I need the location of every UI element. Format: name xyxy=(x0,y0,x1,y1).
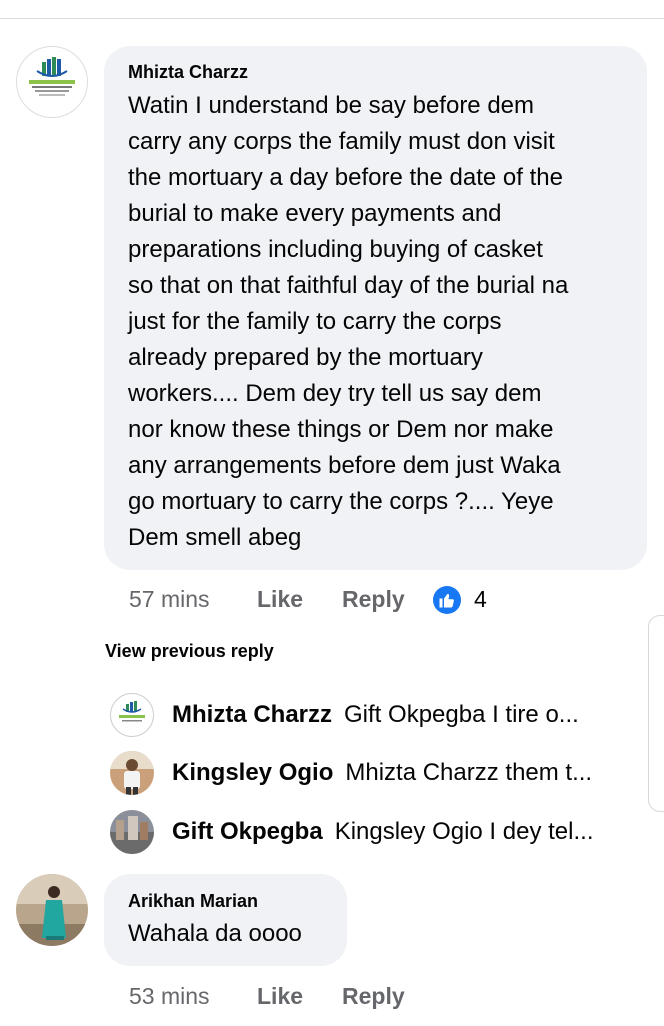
scrollbar[interactable] xyxy=(648,615,664,812)
reply-button[interactable]: Reply xyxy=(342,586,405,613)
thumbs-up-icon[interactable] xyxy=(433,586,461,614)
reply-snippet: Gift Okpegba I tire o... xyxy=(344,701,579,728)
comment-text: Watin I understand be say before dem car… xyxy=(128,92,569,551)
reply-author[interactable]: Mhizta Charzz xyxy=(172,701,332,729)
comment-timestamp[interactable]: 53 mins xyxy=(129,983,210,1010)
like-button[interactable]: Like xyxy=(257,983,303,1010)
reply-author[interactable]: Gift Okpegba xyxy=(172,818,323,846)
like-button[interactable]: Like xyxy=(257,586,303,613)
avatar xyxy=(110,810,154,854)
comment-author[interactable]: Mhizta Charzz xyxy=(128,62,248,83)
top-divider xyxy=(0,18,664,19)
comment-text: Wahala da oooo xyxy=(128,920,302,947)
view-previous-reply-link[interactable]: View previous reply xyxy=(105,641,274,662)
avatar[interactable] xyxy=(16,874,88,946)
reply-snippet: Mhizta Charzz them t... xyxy=(345,759,593,786)
reply-author[interactable]: Kingsley Ogio xyxy=(172,759,333,787)
reply-button[interactable]: Reply xyxy=(342,983,405,1010)
avatar xyxy=(110,751,154,795)
comment-author[interactable]: Arikhan Marian xyxy=(128,891,258,912)
reply-preview[interactable]: Mhizta Charzz Gift Okpegba I tire o... xyxy=(110,693,624,737)
reaction-count[interactable]: 4 xyxy=(474,586,487,613)
comment-timestamp[interactable]: 57 mins xyxy=(129,586,210,613)
avatar xyxy=(110,693,154,737)
logo-icon xyxy=(119,701,145,722)
logo-icon xyxy=(29,57,75,96)
reply-snippet: Kingsley Ogio I dey tel... xyxy=(334,818,594,845)
reply-preview[interactable]: Kingsley Ogio Mhizta Charzz them t... xyxy=(110,751,624,795)
reply-preview[interactable]: Gift Okpegba Kingsley Ogio I dey tel... xyxy=(110,810,624,854)
avatar[interactable] xyxy=(16,46,88,118)
